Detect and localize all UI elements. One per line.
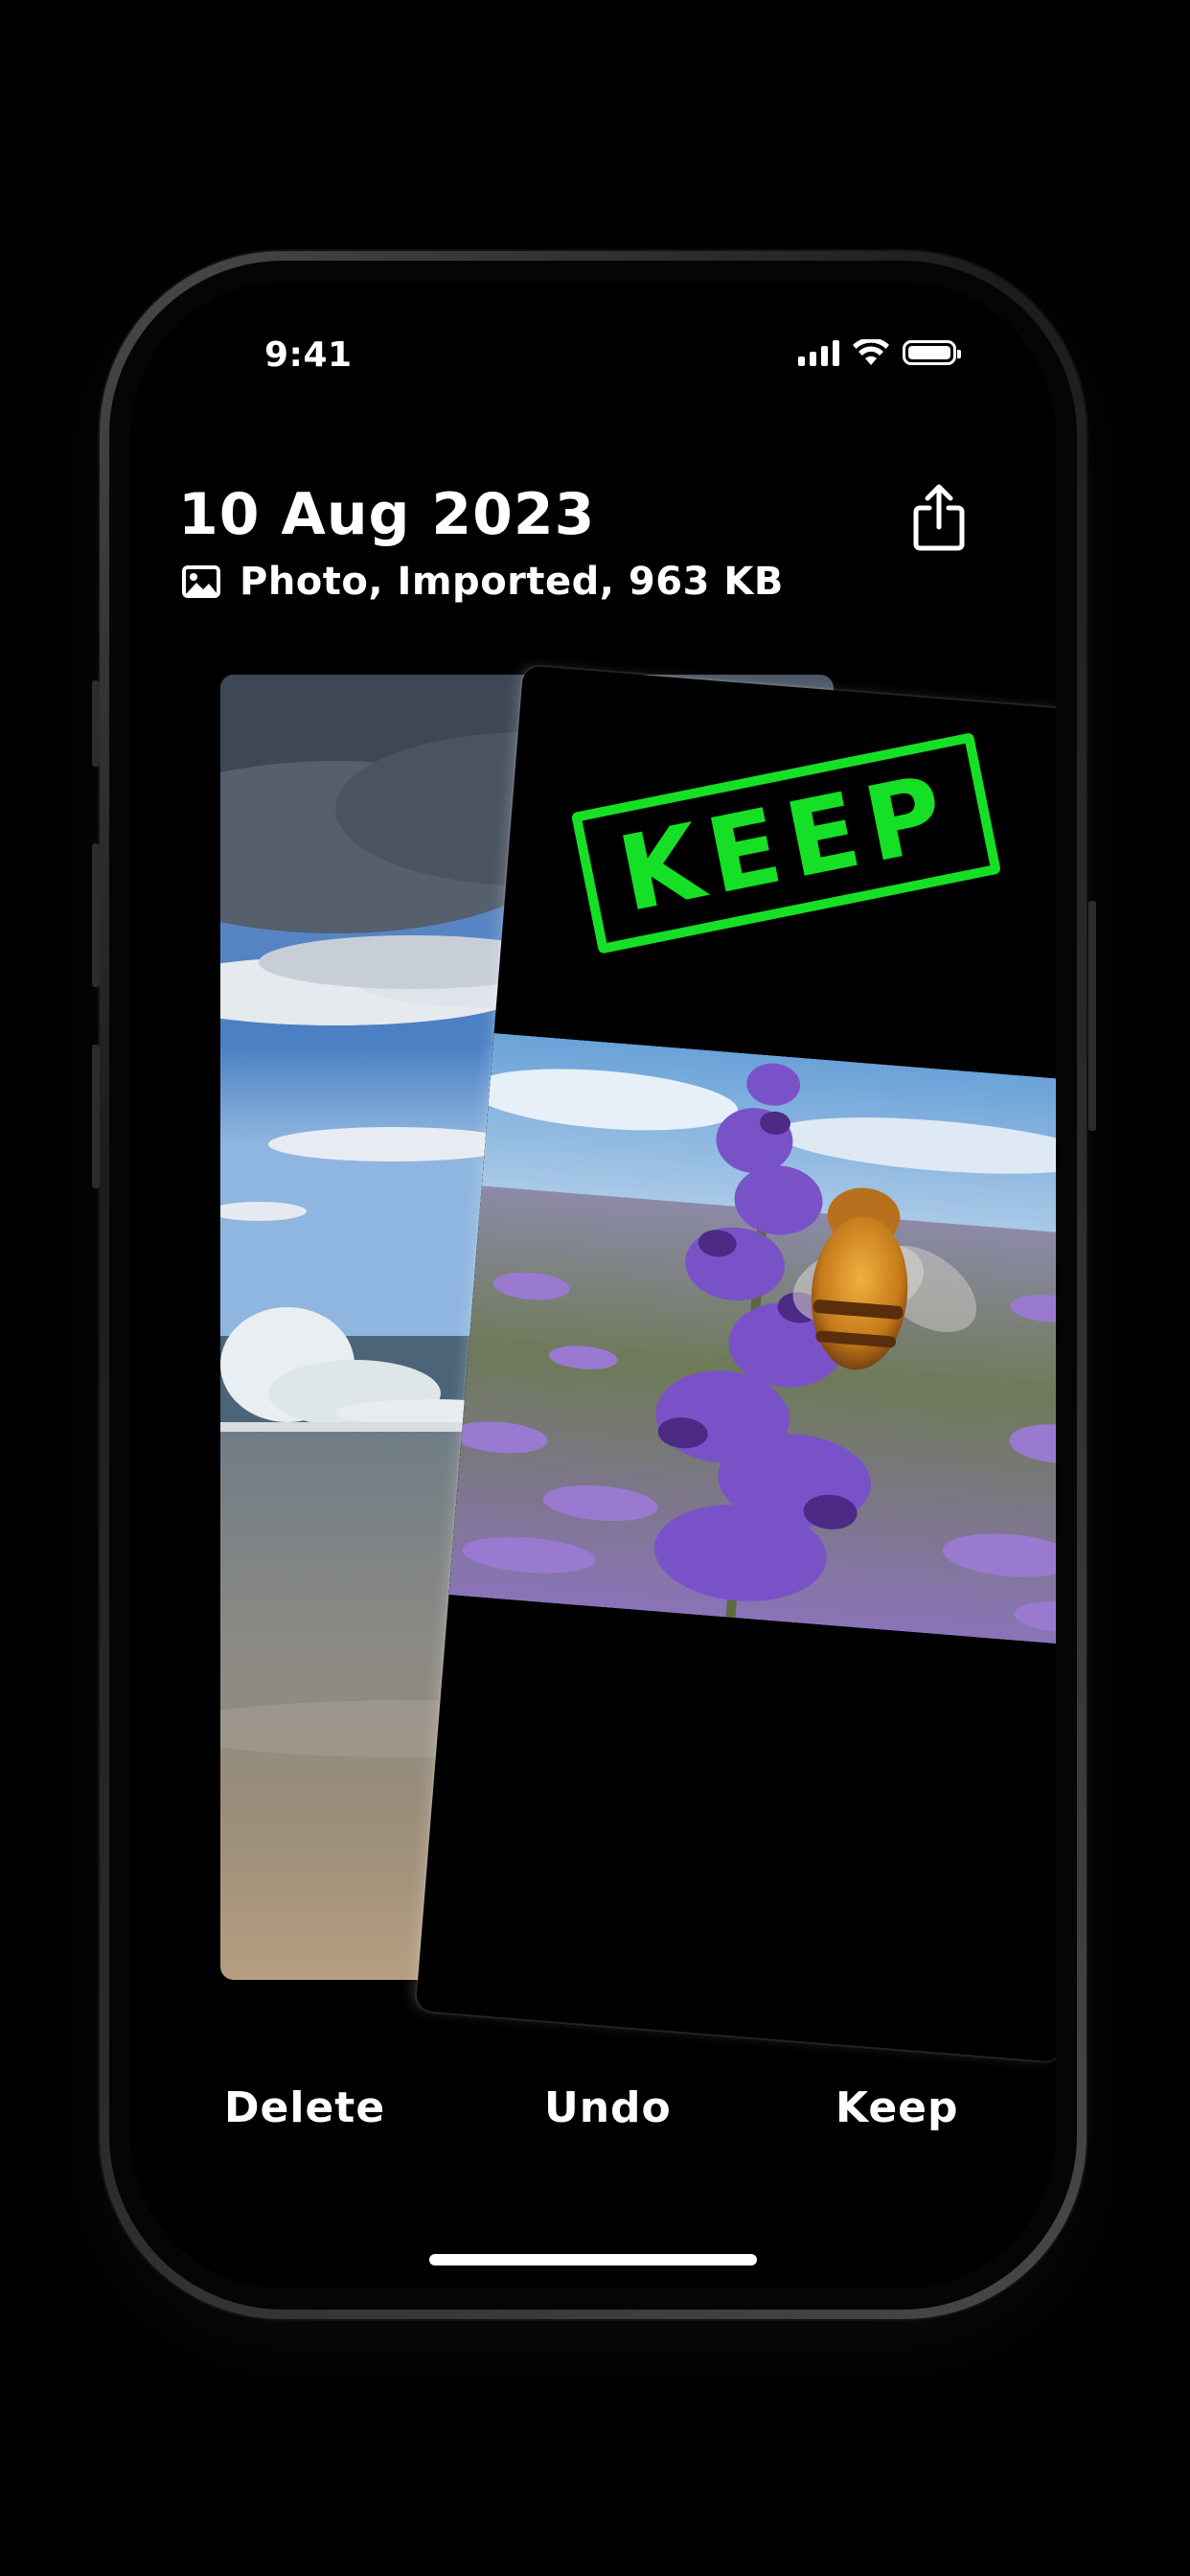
phone-frame: 9:41 10 Aug 2023 Photo, Imported, 963 KB… bbox=[100, 251, 1087, 2319]
status-time: 9:41 bbox=[264, 335, 353, 375]
power-hardware-button bbox=[1088, 901, 1096, 1131]
bee-lavender-image bbox=[448, 1033, 1056, 1647]
phone-bezel: 9:41 10 Aug 2023 Photo, Imported, 963 KB… bbox=[109, 261, 1077, 2310]
photo-icon bbox=[182, 565, 220, 598]
undo-button[interactable]: Undo bbox=[544, 2083, 672, 2132]
photo-date-title: 10 Aug 2023 bbox=[178, 481, 596, 548]
screen: 9:41 10 Aug 2023 Photo, Imported, 963 KB… bbox=[130, 282, 1056, 2288]
bee-lavender-photo bbox=[448, 1033, 1056, 1647]
wifi-icon bbox=[853, 339, 889, 365]
share-icon bbox=[913, 484, 965, 551]
keep-stamp-label: KEEP bbox=[609, 750, 963, 935]
action-bar: Delete Undo Keep bbox=[130, 2083, 1056, 2160]
cellular-signal-icon bbox=[798, 339, 839, 366]
action-hardware-button bbox=[92, 680, 100, 767]
share-button[interactable] bbox=[910, 483, 968, 552]
home-indicator bbox=[429, 2254, 757, 2266]
battery-icon bbox=[903, 340, 961, 365]
keep-stamp: KEEP bbox=[570, 732, 1002, 954]
volume-up-hardware-button bbox=[92, 843, 100, 987]
status-icons bbox=[798, 339, 961, 366]
volume-down-hardware-button bbox=[92, 1045, 100, 1188]
delete-button[interactable]: Delete bbox=[224, 2083, 385, 2132]
current-photo-card[interactable]: KEEP bbox=[415, 665, 1056, 2062]
photo-meta-text: Photo, Imported, 963 KB bbox=[240, 560, 784, 604]
photo-meta-row: Photo, Imported, 963 KB bbox=[182, 560, 784, 604]
keep-button[interactable]: Keep bbox=[835, 2083, 959, 2132]
